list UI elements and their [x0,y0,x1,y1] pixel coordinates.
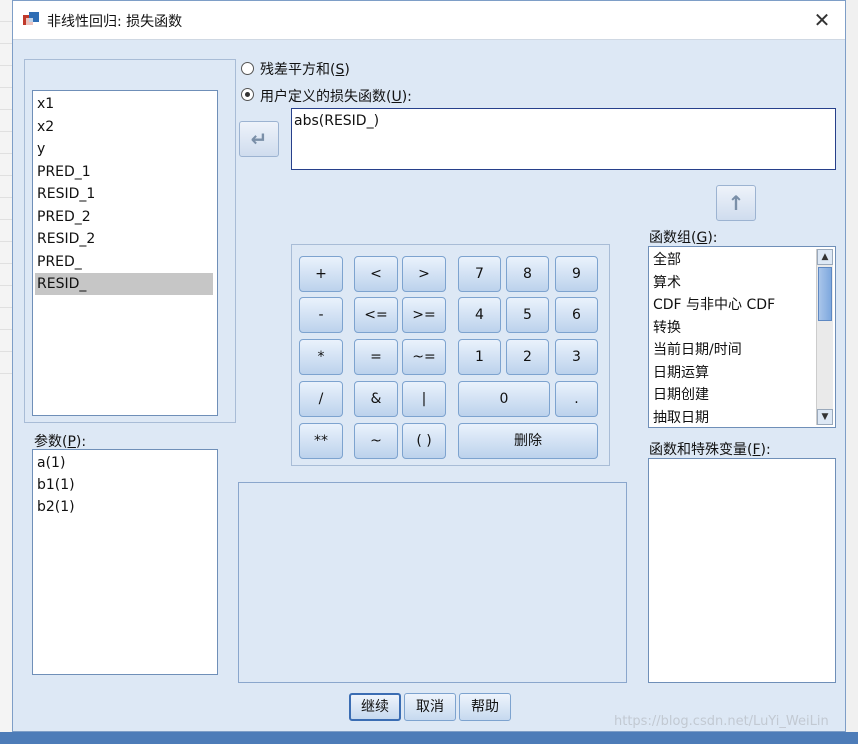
digit-button[interactable]: 6 [555,297,598,333]
operator-button[interactable]: ~ [354,423,398,459]
digit-button[interactable]: 4 [458,297,501,333]
scroll-down-icon[interactable]: ▼ [817,409,833,425]
operator-button[interactable]: < [354,256,398,292]
operator-button[interactable]: = [354,339,398,375]
watermark-text: https://blog.csdn.net/LuYi_WeiLin [614,714,829,729]
operator-button[interactable]: - [299,297,343,333]
function-group-item[interactable]: CDF 与非中心 CDF [651,294,775,316]
function-group-item[interactable]: 转换 [651,317,681,339]
arrow-up-icon: ↑ [727,191,745,215]
scroll-thumb[interactable] [818,267,832,321]
scroll-up-icon[interactable]: ▲ [817,249,833,265]
digit-button[interactable]: 7 [458,256,501,292]
digit-button[interactable]: 2 [506,339,549,375]
operator-button[interactable]: ** [299,423,343,459]
function-group-item[interactable]: 日期创建 [651,384,709,406]
background-window-strip-right [846,0,858,744]
loss-expression-text: abs(RESID_) [294,113,380,129]
function-group-scrollbar[interactable]: ▲ ▼ [816,249,833,425]
operator-button[interactable]: & [354,381,398,417]
title-bar: 非线性回归: 损失函数 ✕ [13,1,845,40]
operator-button[interactable]: <= [354,297,398,333]
function-description-area [238,482,627,683]
operator-button[interactable]: * [299,339,343,375]
move-function-up-button[interactable]: ↑ [716,185,756,221]
operator-button[interactable]: + [299,256,343,292]
parameter-list-item[interactable]: a(1) [35,452,65,474]
digit-button[interactable]: 9 [555,256,598,292]
user-defined-loss-label: 用户定义的损失函数(U): [260,89,412,105]
nonlinear-regression-loss-dialog: 非线性回归: 损失函数 ✕ x1 x2 y PRED_1 RESID_1 PRED_2 RE… [12,0,846,732]
close-button[interactable]: ✕ [809,7,835,33]
operator-button[interactable]: | [402,381,446,417]
variable-list-item[interactable]: RESID_2 [35,228,213,250]
digit-button[interactable]: 8 [506,256,549,292]
variable-list-item[interactable]: PRED_1 [35,161,213,183]
params-label: 参数(P): [34,434,87,450]
variable-list-item[interactable]: RESID_1 [35,183,213,205]
variable-list-item[interactable]: PRED_2 [35,206,213,228]
help-button[interactable]: 帮助 [459,693,511,721]
function-group-list[interactable]: ▲ ▼ 全部 算术 CDF 与非中心 CDF 转换 当前日期/时间 日期运算 日期创建 抽取日… [648,246,836,428]
digit-button-zero[interactable]: 0 [458,381,550,417]
function-group-item[interactable]: 当前日期/时间 [651,339,742,361]
decimal-point-button[interactable]: . [555,381,598,417]
taskbar [0,732,858,744]
function-group-item[interactable]: 算术 [651,272,681,294]
spss-app-icon [23,12,39,25]
function-group-item[interactable]: 日期运算 [651,362,709,384]
functions-label: 函数和特殊变量(F): [649,442,771,458]
functions-list[interactable] [648,458,836,683]
operator-button[interactable]: >= [402,297,446,333]
variable-list-item[interactable]: x2 [35,116,213,138]
operator-button[interactable]: ( ) [402,423,446,459]
parameter-list[interactable]: a(1) b1(1) b2(1) [32,449,218,675]
function-group-item[interactable]: 全部 [651,249,681,271]
operator-button[interactable]: ~= [402,339,446,375]
parameter-list-item[interactable]: b2(1) [35,496,75,518]
radio-residual-sum-squares[interactable] [241,62,254,75]
variable-list-item[interactable]: y [35,138,213,160]
delete-button[interactable]: 删除 [458,423,598,459]
function-group-label: 函数组(G): [649,230,718,246]
digit-button[interactable]: 1 [458,339,501,375]
move-to-expression-button[interactable]: ↵ [239,121,279,157]
cancel-button[interactable]: 取消 [404,693,456,721]
calculator-keypad: + < > - <= >= * = ~= / & | ** ~( ) 7 8 9 4 5 6 1 2 3 0. 删除 [291,244,610,466]
digit-button[interactable]: 3 [555,339,598,375]
residual-sum-squares-label: 残差平方和(S) [260,62,350,78]
arrow-left-icon: ↵ [250,127,268,151]
loss-expression-field[interactable]: abs(RESID_) [291,108,836,170]
variable-list-item[interactable]: x1 [35,93,213,115]
variable-list[interactable]: x1 x2 y PRED_1 RESID_1 PRED_2 RESID_2 PRED_ RESI… [32,90,218,416]
digit-button[interactable]: 5 [506,297,549,333]
continue-button[interactable]: 继续 [349,693,401,721]
parameter-list-item[interactable]: b1(1) [35,474,75,496]
operator-button[interactable]: / [299,381,343,417]
function-group-item[interactable]: 抽取日期 [651,407,709,429]
radio-user-defined-loss[interactable] [241,88,254,101]
variable-list-item[interactable]: RESID_ [35,273,213,295]
operator-button[interactable]: > [402,256,446,292]
variable-list-item[interactable]: PRED_ [35,251,213,273]
window-title: 非线性回归: 损失函数 [47,14,183,30]
